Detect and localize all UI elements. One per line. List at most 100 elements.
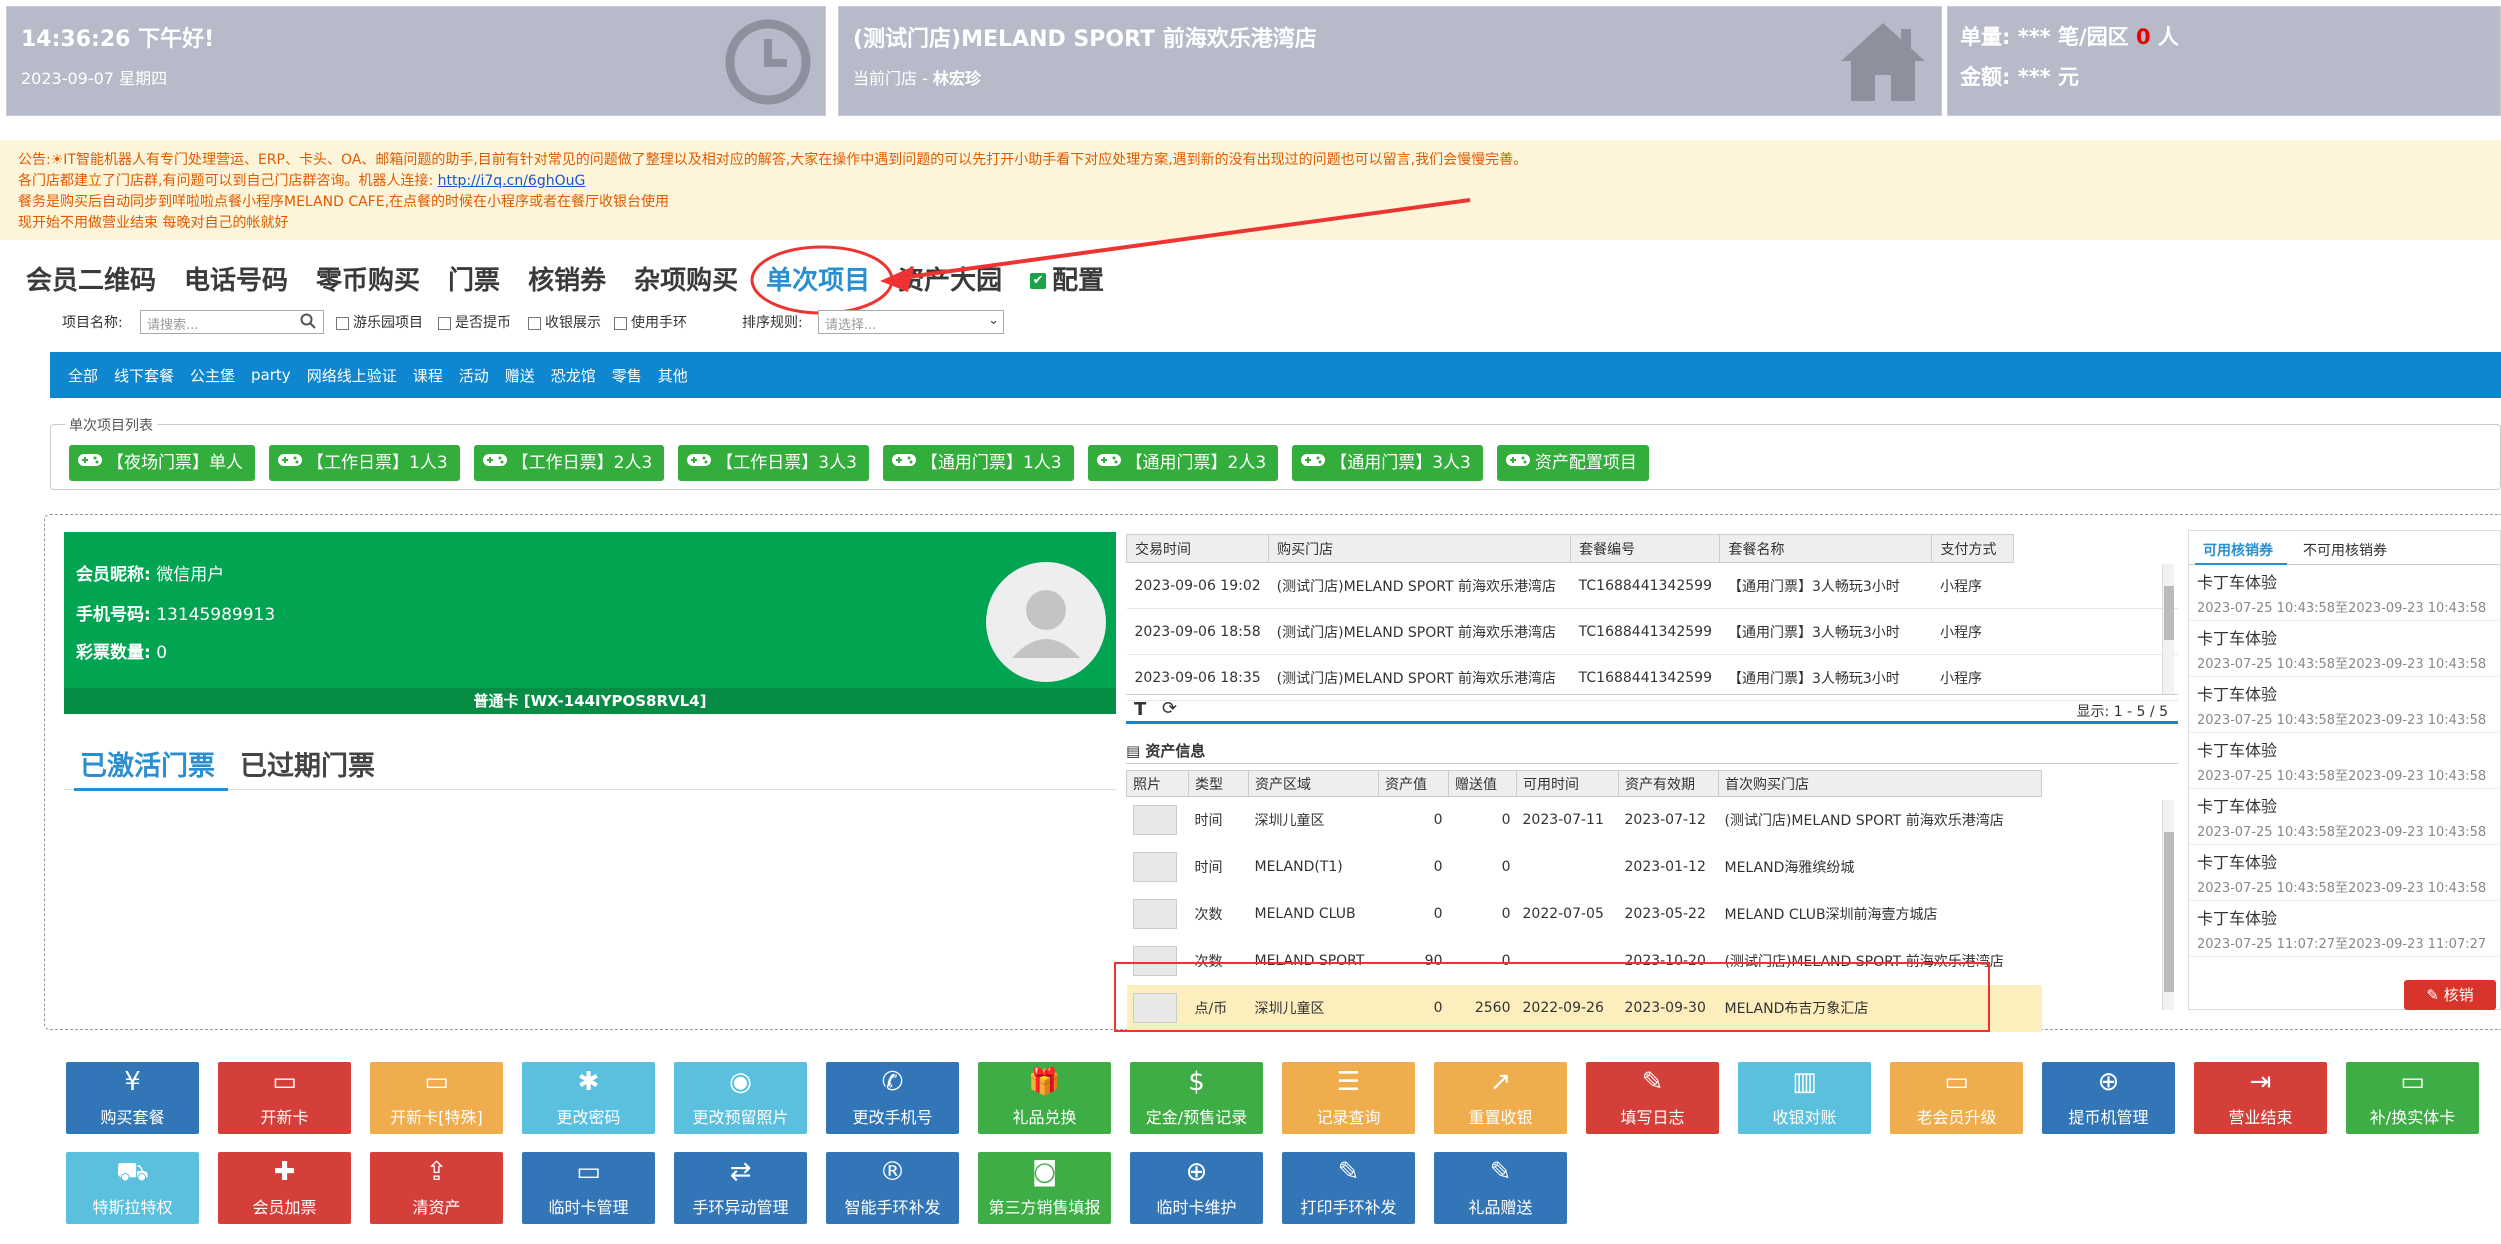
action-button[interactable]: ⇄ 手环异动管理 (674, 1152, 807, 1224)
tab-coupons[interactable]: 核销券 (528, 260, 606, 297)
filter-coin[interactable]: 是否提币 (438, 312, 511, 332)
action-button[interactable]: ✆ 更改手机号 (826, 1062, 959, 1134)
action-button[interactable]: ▭ 老会员升级 (1890, 1062, 2023, 1134)
project-button[interactable]: 资产配置项目 (1496, 445, 1649, 481)
action-button[interactable]: ◙ 第三方销售填报 (978, 1152, 1111, 1224)
project-button[interactable]: 【工作日票】2人3 (473, 445, 665, 481)
action-button[interactable]: ✎ 填写日志 (1586, 1062, 1719, 1134)
table-row[interactable]: 时间 深圳儿童区 0 0 2023-07-11 2023-07-12 (测试门店)MELAN… (1127, 797, 2042, 844)
checkbox-icon (528, 316, 541, 330)
category-party[interactable]: party (251, 366, 291, 384)
coupon-item[interactable]: 卡丁车体验 2023-07-25 10:43:58至2023-09-23 10:4… (2189, 621, 2500, 677)
category-bar: 全部 线下套餐 公主堡 party 网络线上验证 课程 活动 赠送 恐龙馆 零售… (50, 352, 2501, 398)
robot-link[interactable]: http://i7q.cn/6ghOuG (438, 173, 586, 189)
filter-cashier-display[interactable]: 收银展示 (528, 312, 601, 332)
search-icon[interactable] (300, 313, 316, 333)
asset-scrollbar[interactable] (2162, 800, 2174, 1010)
orders-pager: T ⟳ 显示: 1 - 5 / 5 (1126, 694, 2178, 724)
category-online[interactable]: 网络线上验证 (307, 365, 397, 386)
project-button[interactable]: 【夜场门票】单人 (69, 445, 255, 481)
tab-misc-buy[interactable]: 杂项购买 (634, 260, 738, 297)
action-button[interactable]: $ 定金/预售记录 (1130, 1062, 1263, 1134)
action-button[interactable]: ◉ 更改预留照片 (674, 1062, 807, 1134)
coupon-item[interactable]: 卡丁车体验 2023-07-25 10:43:58至2023-09-23 10:4… (2189, 565, 2500, 621)
gamepad-icon (1300, 445, 1326, 481)
store-panel: (测试门店)MELAND SPORT 前海欢乐港湾店 当前门店 - 林宏珍 (838, 6, 1942, 116)
action-icon: ✆ (881, 1067, 904, 1097)
action-button[interactable]: ☰ 记录查询 (1282, 1062, 1415, 1134)
category-other[interactable]: 其他 (658, 365, 688, 386)
tab-unavailable-coupons[interactable]: 不可用核销券 (2303, 540, 2387, 560)
member-phone: 13145989913 (156, 605, 276, 625)
action-button[interactable]: ✎ 打印手环补发 (1282, 1152, 1415, 1224)
action-icon: ⇪ (425, 1157, 448, 1187)
text-icon[interactable]: T (1134, 699, 1146, 720)
category-course[interactable]: 课程 (413, 365, 443, 386)
table-icon: ▤ (1126, 742, 1141, 760)
action-button[interactable]: ⇥ 营业结束 (2194, 1062, 2327, 1134)
category-retail[interactable]: 零售 (612, 365, 642, 386)
time-panel: 14:36:26 下午好! 2023-09-07 星期四 (6, 6, 826, 116)
current-store-label: 当前门店 - (853, 69, 933, 88)
category-castle[interactable]: 公主堡 (190, 365, 235, 386)
action-icon: ⊕ (2097, 1067, 2120, 1097)
action-button[interactable]: ✚ 会员加票 (218, 1152, 351, 1224)
refresh-icon[interactable]: ⟳ (1162, 698, 1177, 719)
category-gift[interactable]: 赠送 (505, 365, 535, 386)
action-button[interactable]: ▭ 开新卡 (218, 1062, 351, 1134)
project-button[interactable]: 【工作日票】1人3 (269, 445, 460, 481)
action-button[interactable]: ▭ 开新卡[特殊] (370, 1062, 503, 1134)
action-button[interactable]: ▥ 收银对账 (1738, 1062, 1871, 1134)
project-button[interactable]: 【通用门票】2人3 (1087, 445, 1279, 481)
table-row[interactable]: 时间 MELAND(T1) 0 0 2023-01-12 MELAND海雅缤纷城 (1127, 844, 2042, 891)
action-icon: ✚ (273, 1157, 296, 1187)
table-row[interactable]: 次数 MELAND CLUB 0 0 2022-07-05 2023-05-22 MELAN… (1127, 891, 2042, 938)
action-button[interactable]: ® 智能手环补发 (826, 1152, 959, 1224)
category-all[interactable]: 全部 (68, 365, 98, 386)
project-button[interactable]: 【工作日票】3人3 (678, 445, 869, 481)
action-button[interactable]: 🎁 礼品兑换 (978, 1062, 1111, 1134)
filter-wristband[interactable]: 使用手环 (614, 312, 687, 332)
action-button[interactable]: ⊕ 临时卡维护 (1130, 1152, 1263, 1224)
tab-phone[interactable]: 电话号码 (184, 260, 288, 297)
store-name: (测试门店)MELAND SPORT 前海欢乐港湾店 (853, 27, 1317, 52)
table-row[interactable]: 2023-09-06 18:58 (测试门店)MELAND SPORT 前海欢乐港… (1126, 608, 2178, 655)
project-button[interactable]: 【通用门票】1人3 (882, 445, 1074, 481)
filter-park-project[interactable]: 游乐园项目 (336, 312, 423, 332)
action-button[interactable]: ✎ 礼品赠送 (1434, 1152, 1567, 1224)
redeem-button[interactable]: ✎ 核销 (2404, 980, 2496, 1010)
category-event[interactable]: 活动 (459, 365, 489, 386)
orders-scrollbar[interactable] (2162, 564, 2174, 694)
action-button[interactable]: ▭ 临时卡管理 (522, 1152, 655, 1224)
action-button[interactable]: ⛟ 特斯拉特权 (66, 1152, 199, 1224)
tab-available-coupons[interactable]: 可用核销券 (2203, 540, 2273, 560)
action-button[interactable]: ✱ 更改密码 (522, 1062, 655, 1134)
project-search-input[interactable]: 请搜索... (140, 310, 324, 334)
tab-member-qr[interactable]: 会员二维码 (26, 260, 156, 297)
category-dino[interactable]: 恐龙馆 (551, 365, 596, 386)
tab-single-project[interactable]: 单次项目 (766, 260, 870, 297)
orders-table: 交易时间 购买门店 套餐编号 套餐名称 支付方式 2023-09-06 19:0… (1125, 534, 2178, 701)
action-button[interactable]: ↗ 重置收银 (1434, 1062, 1567, 1134)
action-button[interactable]: ▭ 补/换实体卡 (2346, 1062, 2479, 1134)
tab-expired-tickets[interactable]: 已过期门票 (240, 744, 375, 783)
action-button[interactable]: ⊕ 提币机管理 (2042, 1062, 2175, 1134)
tab-active-tickets[interactable]: 已激活门票 (80, 744, 215, 783)
tab-coin-buy[interactable]: 零币购买 (316, 260, 420, 297)
coupon-item[interactable]: 卡丁车体验 2023-07-25 10:43:58至2023-09-23 10:4… (2189, 677, 2500, 733)
tab-config[interactable]: ✔ 配置 (1030, 260, 1104, 297)
action-button[interactable]: ¥ 购买套餐 (66, 1062, 199, 1134)
table-row[interactable]: 2023-09-06 19:02 (测试门店)MELAND SPORT 前海欢乐港… (1126, 562, 2178, 609)
project-button[interactable]: 【通用门票】3人3 (1292, 445, 1483, 481)
tab-asset-park[interactable]: 资产大园 (898, 260, 1002, 297)
coupon-item[interactable]: 卡丁车体验 2023-07-25 10:43:58至2023-09-23 10:4… (2189, 845, 2500, 901)
project-name-label: 项目名称: (62, 315, 123, 331)
coupon-item[interactable]: 卡丁车体验 2023-07-25 10:43:58至2023-09-23 10:4… (2189, 789, 2500, 845)
coupon-item[interactable]: 卡丁车体验 2023-07-25 10:43:58至2023-09-23 10:4… (2189, 733, 2500, 789)
action-button[interactable]: ⇪ 清资产 (370, 1152, 503, 1224)
tab-tickets[interactable]: 门票 (448, 260, 500, 297)
gamepad-icon (686, 445, 712, 481)
category-offline[interactable]: 线下套餐 (114, 365, 174, 386)
sort-select[interactable]: 请选择... ⌄ (818, 310, 1004, 334)
coupon-item[interactable]: 卡丁车体验 2023-07-25 11:07:27至2023-09-23 11:0… (2189, 901, 2500, 957)
